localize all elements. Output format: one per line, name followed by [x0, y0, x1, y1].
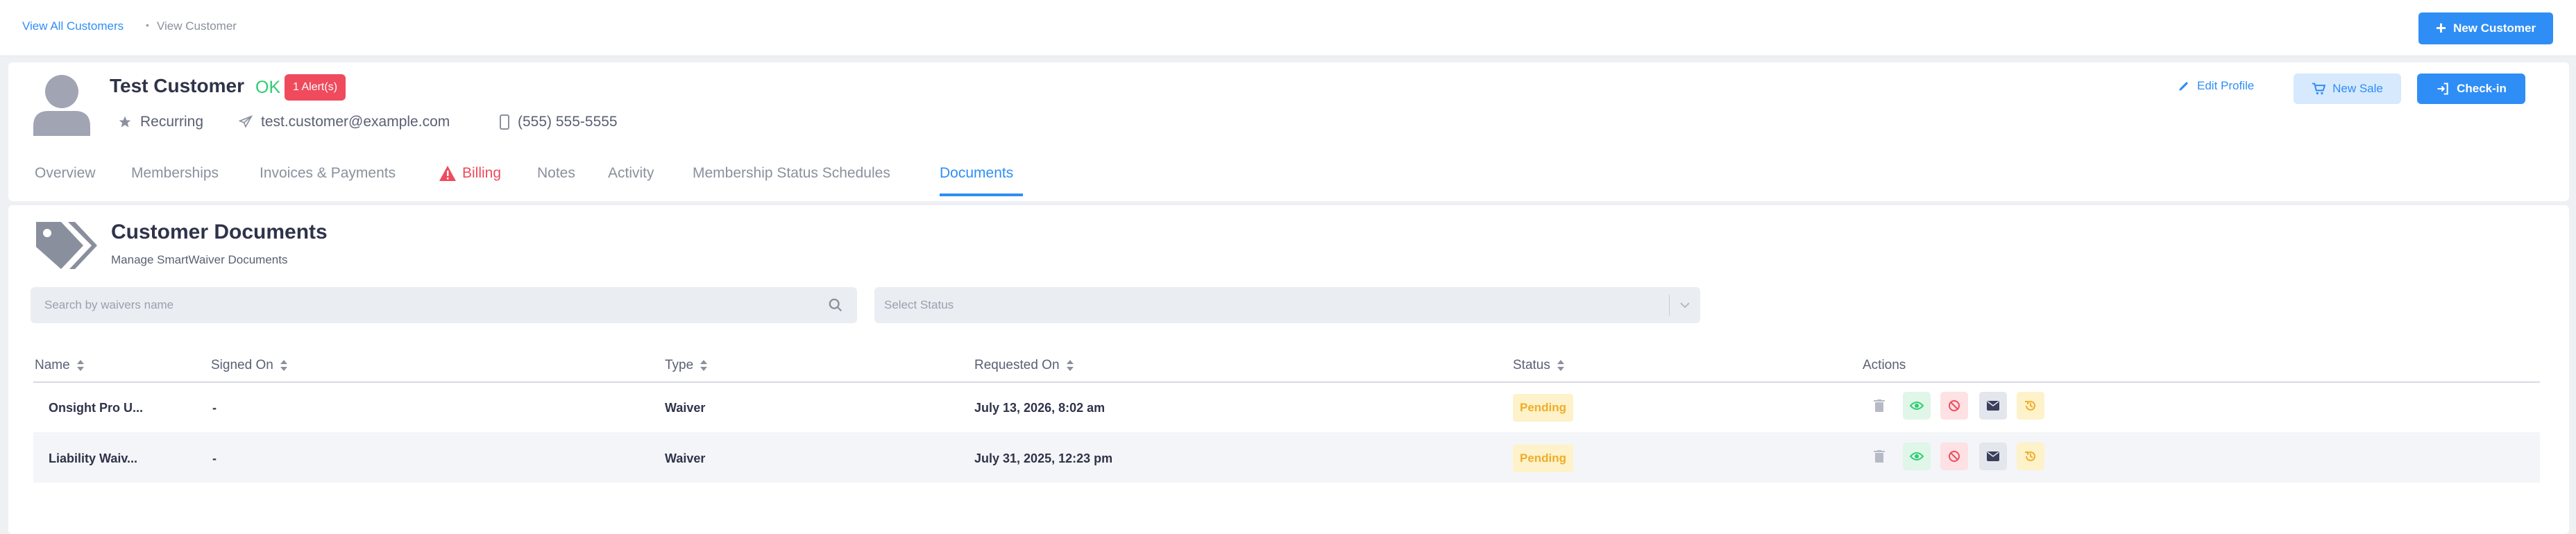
avatar-icon: [33, 75, 90, 136]
customer-name: Test Customer: [110, 75, 244, 96]
customer-phone-label: (555) 555-5555: [518, 114, 618, 130]
requested-on: July 13, 2026, 8:02 am: [974, 401, 1105, 415]
membership-type-label: Recurring: [140, 114, 204, 130]
select-divider: [1669, 295, 1670, 316]
sort-icon: [1557, 360, 1564, 371]
history-icon[interactable]: [2017, 442, 2044, 470]
tab-billing-label: Billing: [462, 165, 502, 181]
tab-activity[interactable]: Activity: [608, 165, 654, 182]
envelope-icon[interactable]: [1979, 442, 2007, 470]
new-sale-button[interactable]: New Sale: [2294, 74, 2401, 104]
column-header-name[interactable]: Name: [35, 358, 84, 373]
tab-billing[interactable]: Billing: [439, 165, 501, 182]
customer-email[interactable]: test.customer@example.com: [239, 114, 450, 130]
column-header-type-label: Type: [665, 358, 694, 372]
paper-plane-icon: [239, 115, 253, 128]
trash-icon[interactable]: [1865, 392, 1893, 420]
eye-icon[interactable]: [1903, 392, 1931, 420]
chevron-down-icon: [1680, 302, 1690, 309]
history-icon[interactable]: [2017, 392, 2044, 420]
sort-icon: [700, 360, 708, 371]
new-customer-label: New Customer: [2453, 21, 2536, 35]
envelope-icon[interactable]: [1979, 392, 2007, 420]
customer-phone[interactable]: (555) 555-5555: [500, 114, 618, 130]
edit-profile-label: Edit Profile: [2197, 79, 2255, 92]
column-header-actions: Actions: [1863, 358, 1906, 373]
documents-subtitle: Manage SmartWaiver Documents: [111, 253, 288, 266]
breadcrumb-view-all-customers[interactable]: View All Customers: [22, 19, 124, 33]
cart-icon: [2312, 83, 2326, 95]
column-header-requested-on-label: Requested On: [974, 358, 1060, 372]
signed-on: -: [212, 401, 217, 415]
tab-membership-status-schedules[interactable]: Membership Status Schedules: [693, 165, 890, 182]
check-in-label: Check-in: [2457, 82, 2507, 95]
customer-email-label: test.customer@example.com: [261, 114, 450, 130]
new-customer-button[interactable]: + New Customer: [2418, 12, 2553, 44]
requested-on: July 31, 2025, 12:23 pm: [974, 451, 1113, 465]
table-row: [33, 384, 2540, 432]
star-icon: [119, 116, 131, 128]
documents-title: Customer Documents: [111, 221, 328, 243]
top-bar: [0, 0, 2576, 56]
sort-icon: [280, 360, 287, 371]
tab-documents[interactable]: Documents: [940, 165, 1013, 182]
search-placeholder: Search by waivers name: [44, 298, 174, 311]
table-row: [33, 434, 2540, 483]
column-header-status[interactable]: Status: [1513, 358, 1564, 373]
plus-icon: +: [2435, 17, 2447, 38]
table-header-divider: [33, 381, 2540, 383]
tab-invoices-payments[interactable]: Invoices & Payments: [260, 165, 396, 182]
eye-icon[interactable]: [1903, 442, 1931, 470]
sort-icon: [76, 360, 84, 371]
column-header-name-label: Name: [35, 358, 70, 372]
mobile-icon: [500, 114, 509, 130]
column-header-actions-label: Actions: [1863, 358, 1906, 372]
membership-type: Recurring: [118, 114, 203, 130]
document-name[interactable]: Liability Waiv...: [49, 451, 137, 466]
tab-memberships[interactable]: Memberships: [131, 165, 219, 182]
status-badge: Pending: [1513, 394, 1574, 422]
tab-overview[interactable]: Overview: [35, 165, 96, 182]
document-type: Waiver: [665, 451, 706, 465]
signed-on: -: [212, 451, 217, 465]
column-header-type[interactable]: Type: [665, 358, 708, 373]
status-placeholder: Select Status: [884, 298, 954, 311]
warning-icon: [439, 166, 456, 181]
status-badge: Pending: [1513, 445, 1574, 472]
status-select[interactable]: Select Status: [874, 287, 1700, 323]
tab-notes[interactable]: Notes: [537, 165, 575, 182]
breadcrumb-separator: •: [146, 19, 149, 31]
sign-in-icon: [2437, 83, 2448, 95]
edit-profile-button[interactable]: Edit Profile: [2178, 79, 2254, 93]
customer-status: OK: [255, 78, 281, 97]
search-input[interactable]: Search by waivers name: [31, 287, 857, 323]
column-header-requested-on[interactable]: Requested On: [974, 358, 1074, 373]
tags-icon: [36, 222, 97, 269]
column-header-signed-on-label: Signed On: [211, 358, 273, 372]
documents-panel: [8, 205, 2569, 534]
check-in-button[interactable]: Check-in: [2417, 74, 2525, 104]
trash-icon[interactable]: [1865, 442, 1893, 470]
ban-icon[interactable]: [1940, 442, 1968, 470]
alert-badge[interactable]: 1 Alert(s): [285, 74, 346, 101]
search-icon: [829, 298, 842, 312]
breadcrumb-current: View Customer: [157, 19, 237, 33]
pencil-icon: [2179, 82, 2188, 91]
document-type: Waiver: [665, 401, 706, 415]
document-name[interactable]: Onsight Pro U...: [49, 401, 143, 415]
ban-icon[interactable]: [1940, 392, 1968, 420]
sort-icon: [1066, 360, 1074, 371]
column-header-status-label: Status: [1513, 358, 1550, 372]
new-sale-label: New Sale: [2332, 82, 2383, 95]
column-header-signed-on[interactable]: Signed On: [211, 358, 287, 373]
active-tab-indicator: [940, 193, 1023, 196]
